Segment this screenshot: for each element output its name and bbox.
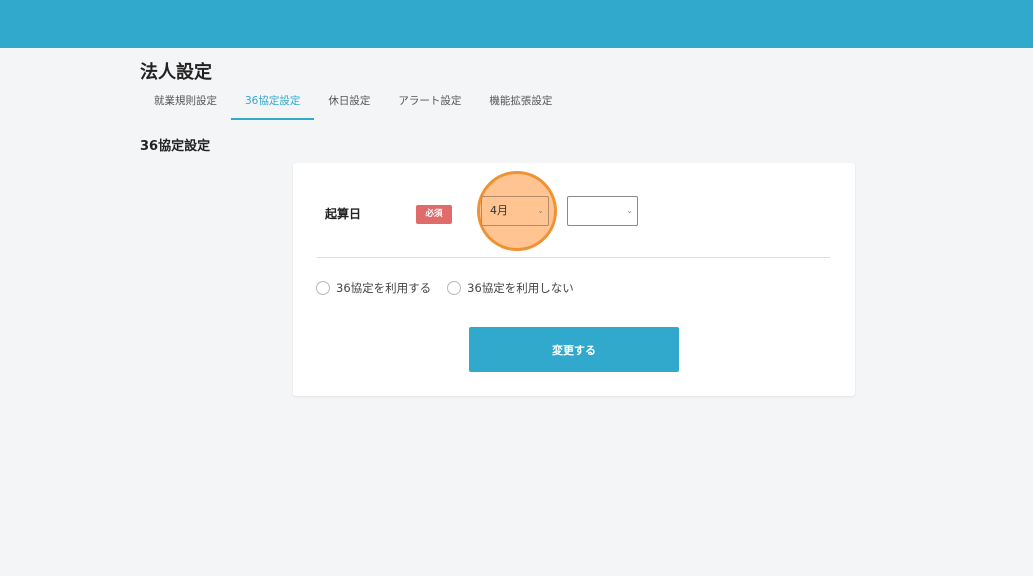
- settings-tabs: 就業規則設定 36協定設定 休日設定 アラート設定 機能拡張設定: [140, 88, 566, 120]
- radio-circle-icon[interactable]: [316, 281, 330, 295]
- radio-not-use-agreement[interactable]: 36協定を利用しない: [447, 280, 574, 296]
- radio-label: 36協定を利用しない: [467, 281, 574, 295]
- submit-button[interactable]: 変更する: [469, 327, 679, 372]
- required-badge: 必須: [416, 205, 452, 224]
- tab-extensions[interactable]: 機能拡張設定: [475, 88, 566, 120]
- radio-use-agreement[interactable]: 36協定を利用する: [316, 280, 431, 296]
- month-select[interactable]: 4月 ⌄: [481, 196, 549, 226]
- tab-alerts[interactable]: アラート設定: [384, 88, 475, 120]
- tab-36-agreement[interactable]: 36協定設定: [231, 88, 315, 120]
- day-select[interactable]: ⌄: [567, 196, 638, 226]
- top-header-bar: [0, 0, 1033, 48]
- tab-holidays[interactable]: 休日設定: [314, 88, 384, 120]
- chevron-down-icon: ⌄: [626, 206, 633, 215]
- month-select-value: 4月: [490, 204, 508, 217]
- chevron-down-icon: ⌄: [537, 206, 544, 215]
- agreement-radio-group: 36協定を利用する 36協定を利用しない: [316, 280, 590, 296]
- page-title: 法人設定: [140, 62, 212, 83]
- section-title: 36協定設定: [140, 139, 211, 154]
- divider: [317, 257, 830, 258]
- tab-work-rules[interactable]: 就業規則設定: [140, 88, 231, 120]
- radio-label: 36協定を利用する: [336, 281, 432, 295]
- start-date-label: 起算日: [325, 207, 362, 221]
- settings-card: 起算日 必須 4月 ⌄ ⌄ 36協定を利用する 36協定を利用しない 変更する: [293, 163, 855, 396]
- radio-circle-icon[interactable]: [447, 281, 462, 295]
